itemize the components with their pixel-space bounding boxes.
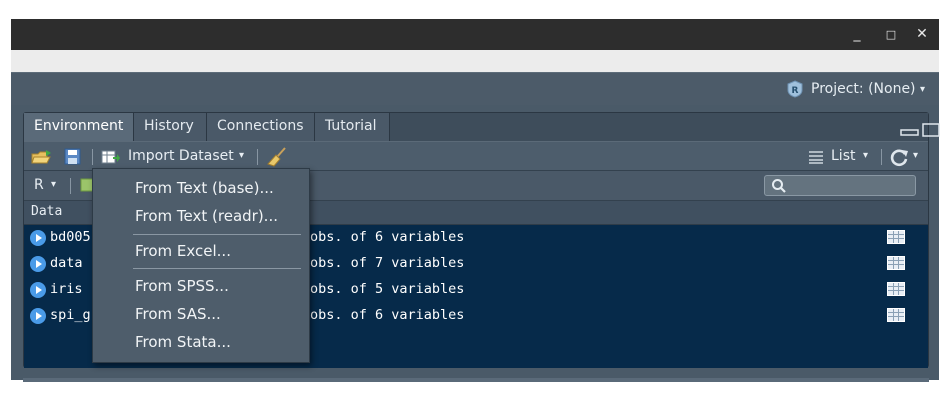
object-name: data: [50, 255, 83, 271]
object-name: bd005: [50, 229, 91, 245]
svg-text:R: R: [792, 86, 799, 96]
menu-separator: [133, 234, 301, 235]
menu-item-from-sas[interactable]: From SAS...: [135, 304, 221, 324]
object-description: obs. of 6 variables: [310, 307, 465, 323]
section-header-label: Data: [31, 204, 63, 219]
expand-icon[interactable]: [30, 256, 46, 272]
window-titlebar: _ □ ✕: [11, 19, 939, 50]
language-select[interactable]: R: [34, 171, 44, 199]
toolbar-separator: [70, 178, 71, 194]
search-icon: [772, 179, 786, 193]
menu-item-from-excel[interactable]: From Excel...: [135, 241, 231, 261]
chevron-down-icon[interactable]: ▾: [51, 171, 56, 199]
import-dataset-icon[interactable]: [101, 149, 121, 165]
view-table-icon[interactable]: [887, 230, 905, 244]
view-mode-menu[interactable]: List: [831, 142, 855, 170]
tab-tutorial[interactable]: Tutorial: [315, 113, 390, 141]
tab-connections[interactable]: Connections: [207, 113, 315, 141]
object-description: obs. of 5 variables: [310, 281, 465, 297]
view-table-icon[interactable]: [887, 256, 905, 270]
object-description: obs. of 6 variables: [310, 229, 465, 245]
list-view-icon[interactable]: [808, 150, 824, 164]
save-icon[interactable]: [64, 148, 81, 165]
tab-environment[interactable]: Environment: [24, 113, 134, 141]
refresh-icon[interactable]: [890, 148, 909, 167]
menu-separator: [133, 268, 301, 269]
object-name: iris: [50, 281, 83, 297]
menu-item-from-text-readr[interactable]: From Text (readr)...: [135, 206, 278, 226]
minimize-button[interactable]: _: [845, 19, 869, 50]
toolbar-separator: [257, 149, 258, 165]
pane-minimize-maximize-icon[interactable]: [900, 122, 942, 138]
object-description: obs. of 7 variables: [310, 255, 465, 271]
menu-bar: [11, 50, 939, 72]
chevron-down-icon[interactable]: ▾: [913, 142, 918, 170]
expand-icon[interactable]: [30, 282, 46, 298]
chevron-down-icon[interactable]: ▾: [863, 142, 868, 170]
menu-item-from-stata[interactable]: From Stata...: [135, 332, 231, 352]
expand-icon[interactable]: [30, 230, 46, 246]
import-dataset-button[interactable]: Import Dataset: [128, 142, 234, 170]
environment-toolbar: Import Dataset ▾ List ▾ ▾: [24, 141, 928, 171]
open-folder-icon[interactable]: [31, 148, 53, 166]
broom-icon[interactable]: [266, 146, 288, 168]
search-input[interactable]: [764, 175, 916, 196]
maximize-button[interactable]: □: [879, 19, 903, 50]
expand-icon[interactable]: [30, 308, 46, 324]
view-table-icon[interactable]: [887, 282, 905, 296]
object-name: spi_g: [50, 307, 91, 323]
menu-item-from-text-base[interactable]: From Text (base)...: [135, 178, 274, 198]
project-menu[interactable]: Project: (None): [811, 73, 916, 105]
chevron-down-icon[interactable]: ▾: [239, 142, 244, 170]
toolbar-separator: [92, 149, 93, 165]
view-table-icon[interactable]: [887, 308, 905, 322]
chevron-down-icon[interactable]: ▾: [920, 73, 925, 107]
tab-history[interactable]: History: [134, 113, 207, 141]
menu-item-from-spss[interactable]: From SPSS...: [135, 276, 229, 296]
toolbar-separator: [881, 149, 882, 165]
r-project-icon[interactable]: R: [786, 80, 804, 98]
pane-tabstrip: Environment History Connections Tutorial: [24, 113, 940, 141]
close-button[interactable]: ✕: [910, 19, 934, 50]
lower-pane-edge: [23, 378, 929, 382]
project-bar: R Project: (None) ▾: [11, 72, 939, 105]
import-dataset-menu: From Text (base)... From Text (readr)...…: [92, 168, 310, 363]
